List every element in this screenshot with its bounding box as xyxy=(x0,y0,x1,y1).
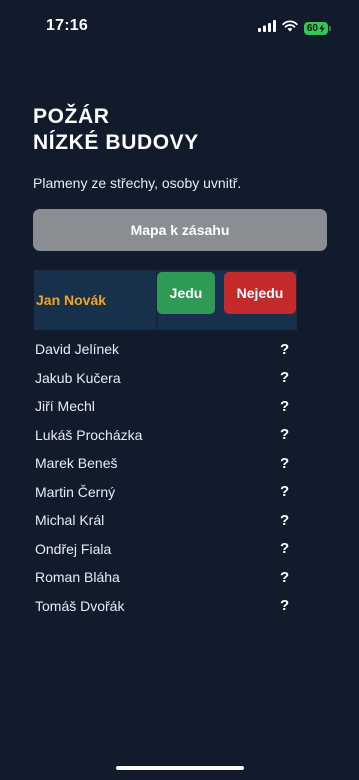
battery-level: 60 xyxy=(303,21,328,35)
member-status: ? xyxy=(280,597,290,615)
list-item: Michal Král ? xyxy=(35,506,297,535)
member-name: Roman Bláha xyxy=(35,569,120,586)
member-name: Martin Černý xyxy=(35,483,116,500)
not-going-button[interactable]: Nejedu xyxy=(224,272,296,314)
member-status: ? xyxy=(280,568,290,586)
member-name: Jakub Kučera xyxy=(35,369,121,386)
list-item: Jakub Kučera ? xyxy=(35,364,297,393)
member-name: Michal Král xyxy=(35,512,105,529)
member-status: ? xyxy=(280,369,290,387)
member-status: ? xyxy=(280,511,290,529)
status-time: 17:16 xyxy=(46,17,88,34)
member-name: Jiří Mechl xyxy=(35,398,95,415)
incident-title-line2: NÍZKÉ BUDOVY xyxy=(33,131,199,154)
charging-bolt-icon xyxy=(319,23,325,33)
wifi-icon xyxy=(282,19,298,37)
member-name: Marek Beneš xyxy=(35,455,118,472)
app-screen: 17:16 60 POŽÁR NÍZKÉ BUDOVY Plameny ze s… xyxy=(0,0,359,780)
member-status: ? xyxy=(280,397,290,415)
member-status: ? xyxy=(280,483,290,501)
incident-description: Plameny ze střechy, osoby uvnitř. xyxy=(33,175,242,191)
go-button[interactable]: Jedu xyxy=(157,272,215,314)
member-name: Tomáš Dvořák xyxy=(35,597,125,614)
list-item: Ondřej Fiala ? xyxy=(35,535,297,564)
member-name: Ondřej Fiala xyxy=(35,540,112,557)
member-status: ? xyxy=(280,540,290,558)
home-indicator[interactable] xyxy=(116,766,244,770)
status-icons: 60 xyxy=(257,19,331,37)
current-user-row: Jan Novák Jedu Nejedu xyxy=(34,270,297,330)
status-bar: 17:16 60 xyxy=(0,0,359,50)
current-user-name: Jan Novák xyxy=(36,292,107,308)
member-name: Lukáš Procházka xyxy=(35,426,143,443)
member-status: ? xyxy=(280,340,290,358)
incident-title: POŽÁR NÍZKÉ BUDOVY xyxy=(33,104,199,156)
list-item: Martin Černý ? xyxy=(35,478,297,507)
member-name: David Jelínek xyxy=(35,341,120,358)
list-item: Roman Bláha ? xyxy=(35,563,297,592)
battery-icon: 60 xyxy=(303,21,331,35)
signal-icon xyxy=(257,19,276,37)
list-item: Lukáš Procházka ? xyxy=(35,421,297,450)
list-item: Tomáš Dvořák ? xyxy=(35,592,297,621)
list-item: Marek Beneš ? xyxy=(35,449,297,478)
map-button[interactable]: Mapa k zásahu xyxy=(33,209,327,251)
member-status: ? xyxy=(280,454,290,472)
member-list: David Jelínek ? Jakub Kučera ? Jiří Mech… xyxy=(35,335,297,620)
list-item: Jiří Mechl ? xyxy=(35,392,297,421)
list-item: David Jelínek ? xyxy=(35,335,297,364)
incident-title-line1: POŽÁR xyxy=(33,105,110,128)
member-status: ? xyxy=(280,426,290,444)
